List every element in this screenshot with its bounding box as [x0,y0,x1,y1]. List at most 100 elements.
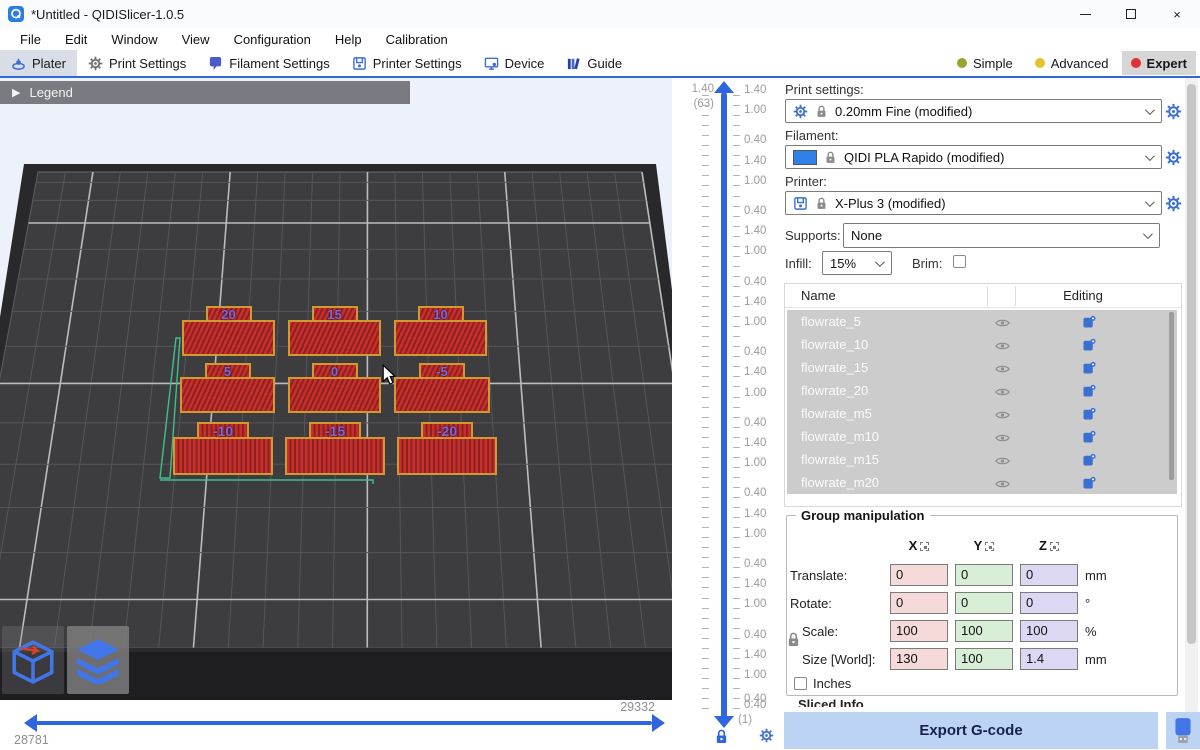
visibility-eye-icon[interactable] [995,477,1010,492]
flowrate-patch-tab[interactable]: 10 [418,306,464,322]
flowrate-patch-tab[interactable]: 0 [312,363,358,379]
flowrate-patch[interactable] [180,377,275,413]
object-row[interactable]: flowrate_5 [787,310,1177,333]
editing-icon[interactable] [1083,384,1096,400]
supports-combo[interactable]: None [843,223,1160,248]
object-row[interactable]: flowrate_m10 [787,425,1177,448]
printer-edit-button[interactable] [1165,195,1182,212]
editing-icon[interactable] [1083,453,1096,469]
gm-field-y[interactable]: 100 [955,620,1013,642]
visibility-eye-icon[interactable] [995,454,1010,469]
mode-expert[interactable]: Expert [1122,51,1196,75]
editor-view-button[interactable] [2,626,64,694]
menu-item-file[interactable]: File [8,28,53,50]
printer-combo[interactable]: X-Plus 3 (modified) [785,191,1162,215]
menu-item-calibration[interactable]: Calibration [374,28,460,50]
flowrate-patch-tab[interactable]: -15 [309,422,361,439]
print-settings-edit-button[interactable] [1165,103,1182,120]
filament-combo[interactable]: QIDI PLA Rapido (modified) [785,145,1162,169]
gm-field-x[interactable]: 0 [890,564,948,586]
flowrate-patch-tab[interactable]: 5 [205,363,251,379]
flowrate-patch[interactable] [394,377,490,413]
visibility-eye-icon[interactable] [995,408,1010,423]
editing-icon[interactable] [1083,430,1096,446]
editing-icon[interactable] [1083,315,1096,331]
object-row[interactable]: flowrate_m15 [787,448,1177,471]
tab-print-settings[interactable]: Print Settings [77,50,197,76]
hslider-track[interactable] [36,721,652,725]
object-row[interactable]: flowrate_20 [787,379,1177,402]
brim-checkbox[interactable] [953,255,966,268]
preview-view-button[interactable] [67,626,129,694]
slider-tick [702,125,709,126]
flowrate-patch[interactable] [397,437,497,475]
export-gcode-button[interactable]: Export G-code [784,712,1158,749]
visibility-eye-icon[interactable] [995,431,1010,446]
legend-bar[interactable]: ▶ Legend [0,81,410,104]
hslider-right-handle[interactable] [652,714,665,732]
layer-slider-lock-icon[interactable] [715,728,728,749]
tab-printer-settings[interactable]: Printer Settings [341,50,473,76]
print-settings-combo[interactable]: 0.20mm Fine (modified) [785,99,1162,123]
editing-icon[interactable] [1083,407,1096,423]
gm-field-z[interactable]: 1.4 [1020,648,1078,670]
slider-tick [733,577,740,578]
tab-device[interactable]: Device [473,50,556,76]
scale-lock-icon[interactable] [787,631,800,650]
minimize-button[interactable] [1062,0,1108,28]
menu-item-view[interactable]: View [170,28,222,50]
menu-item-edit[interactable]: Edit [53,28,99,50]
gm-field-z[interactable]: 0 [1020,564,1078,586]
flowrate-patch-tab[interactable]: 20 [206,306,252,322]
filament-edit-button[interactable] [1165,149,1182,166]
gm-field-x[interactable]: 100 [890,620,948,642]
gm-field-z[interactable]: 100 [1020,620,1078,642]
editing-icon[interactable] [1083,361,1096,377]
inches-checkbox[interactable] [794,677,807,690]
tab-plater[interactable]: Plater [0,50,77,76]
mode-simple[interactable]: Simple [948,51,1022,75]
gm-field-x[interactable]: 130 [890,648,948,670]
flowrate-patch-tab[interactable]: -5 [419,363,465,379]
mode-advanced[interactable]: Advanced [1026,51,1118,75]
gm-field-z[interactable]: 0 [1020,592,1078,614]
layer-slider-lower-handle[interactable] [714,716,734,728]
tab-guide[interactable]: Guide [555,50,633,76]
visibility-eye-icon[interactable] [995,339,1010,354]
object-row[interactable]: flowrate_m20 [787,471,1177,494]
gm-field-x[interactable]: 0 [890,592,948,614]
flowrate-patch[interactable] [182,320,275,356]
flowrate-patch[interactable] [288,377,381,413]
flowrate-patch[interactable] [173,437,273,475]
editing-icon[interactable] [1083,338,1096,354]
object-row[interactable]: flowrate_15 [787,356,1177,379]
object-row[interactable]: flowrate_10 [787,333,1177,356]
flowrate-patch[interactable] [285,437,385,475]
close-button[interactable]: × [1154,0,1200,28]
object-list-scrollbar[interactable] [1169,312,1174,480]
gm-field-y[interactable]: 0 [955,592,1013,614]
flowrate-patch-tab[interactable]: -10 [197,422,249,439]
visibility-eye-icon[interactable] [995,385,1010,400]
infill-combo[interactable]: 15% [822,251,892,275]
visibility-eye-icon[interactable] [995,362,1010,377]
menu-item-configuration[interactable]: Configuration [222,28,323,50]
flowrate-patch[interactable] [288,320,381,356]
visibility-eye-icon[interactable] [995,316,1010,331]
flowrate-patch-tab[interactable]: -20 [421,422,473,439]
maximize-button[interactable] [1108,0,1154,28]
flowrate-patch-tab[interactable]: 15 [312,306,358,322]
object-row[interactable]: flowrate_m5 [787,402,1177,425]
gm-field-y[interactable]: 0 [955,564,1013,586]
layer-slider-bar[interactable] [721,92,727,718]
flowrate-patch[interactable] [394,320,487,356]
panel-scrollbar[interactable] [1185,78,1198,712]
viewport-3d[interactable]: 20 15 10 5 0 -5 -10 -15 -20 ▶ Legend [0,78,672,700]
tab-filament-settings[interactable]: Filament Settings [197,50,340,76]
layer-slider-settings-icon[interactable] [759,728,774,748]
export-to-usb-button[interactable] [1166,712,1200,749]
menu-item-help[interactable]: Help [323,28,374,50]
editing-icon[interactable] [1083,476,1096,492]
menu-item-window[interactable]: Window [99,28,169,50]
gm-field-y[interactable]: 100 [955,648,1013,670]
